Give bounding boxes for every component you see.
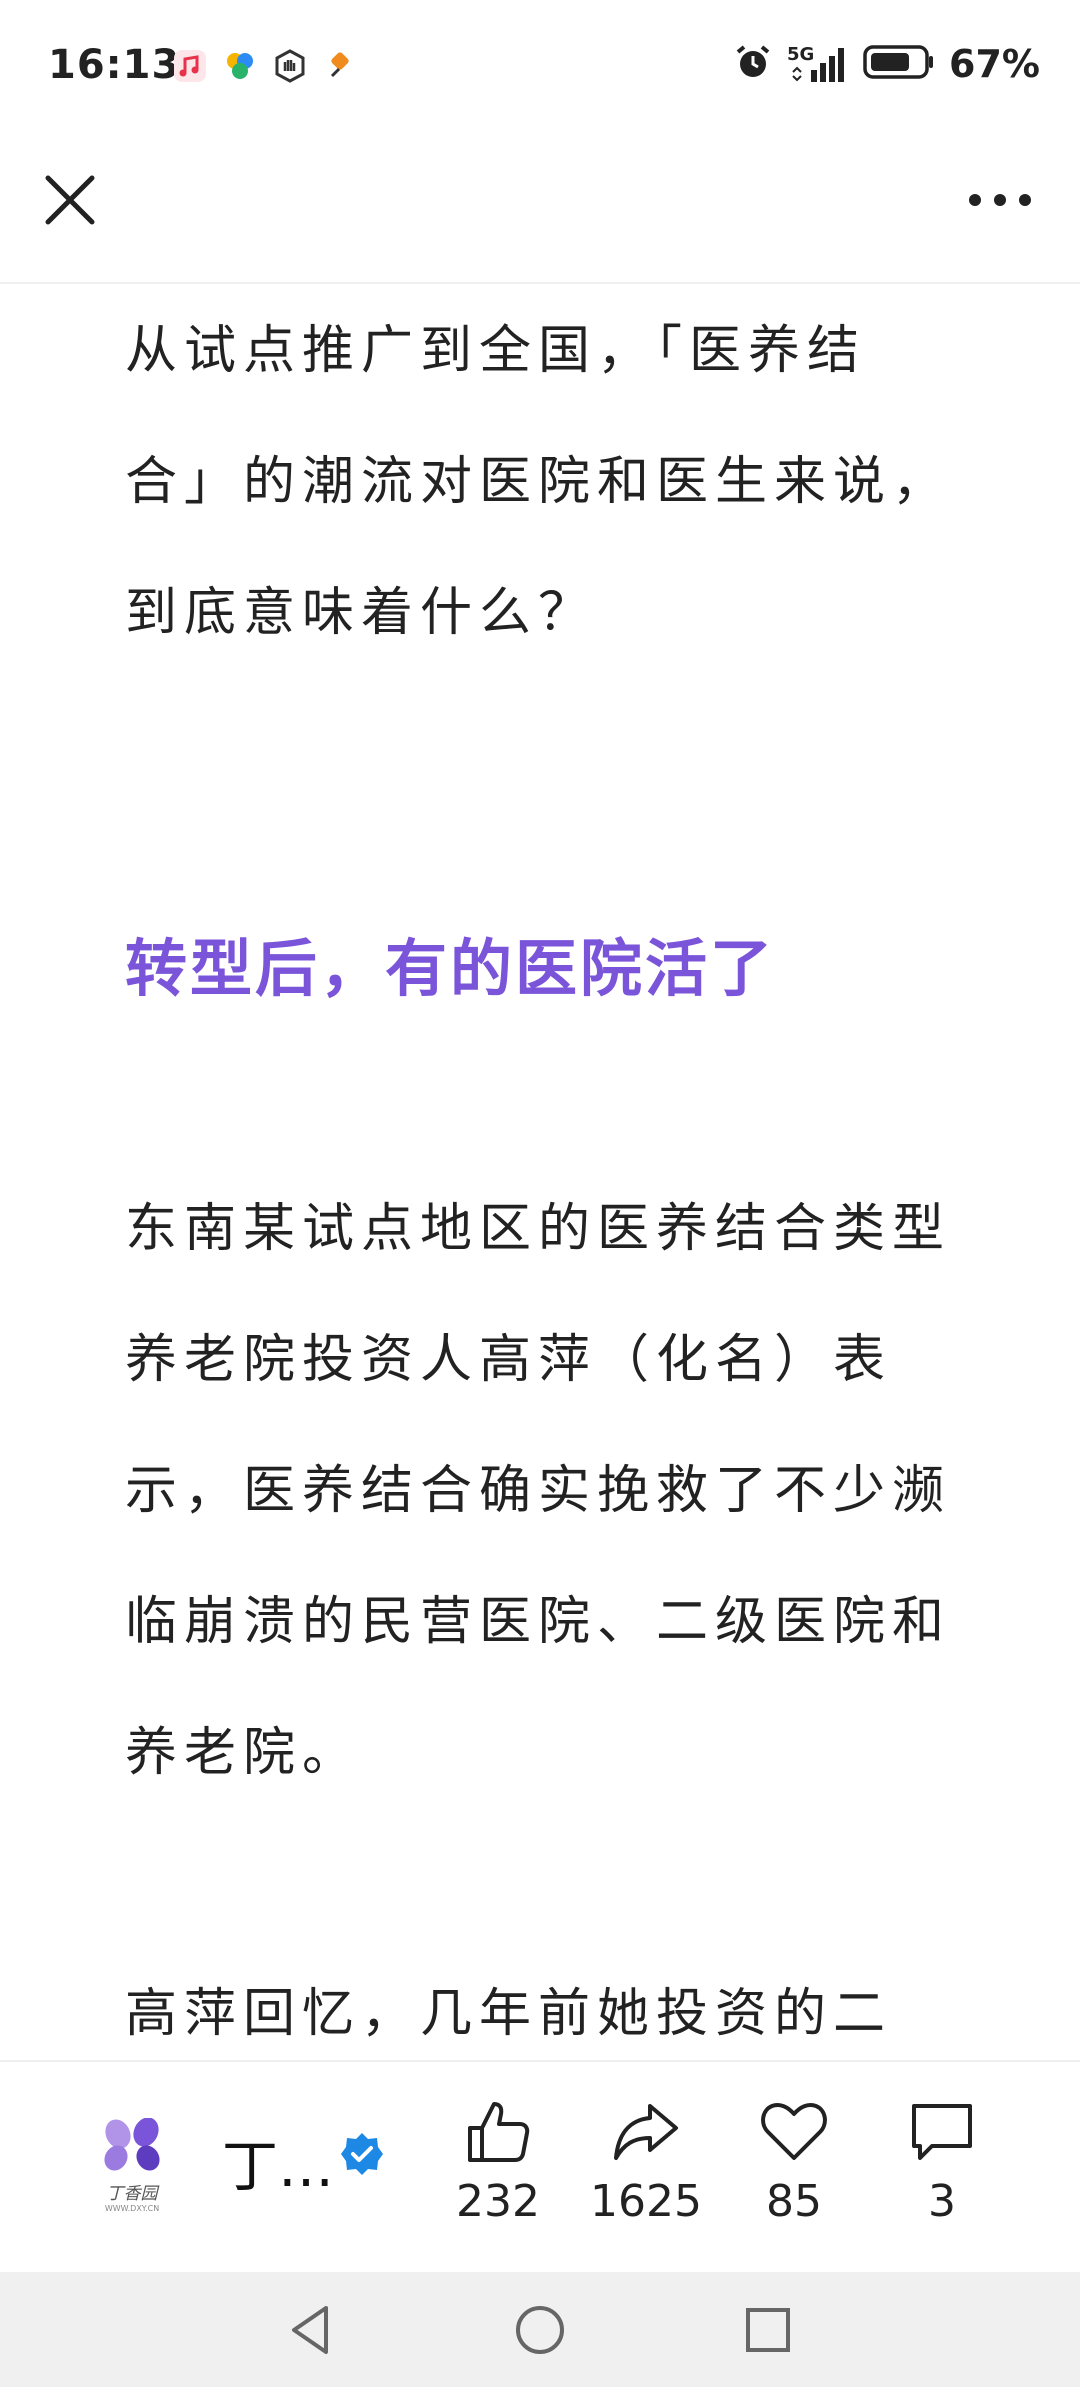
logo-text: 丁香园 — [106, 2184, 158, 2204]
logo-subtext: WWW.DXY.CN — [104, 2204, 160, 2213]
paragraph-intro: 从试点推广到全国，「医养结合」的潮流对医院和医生来说，到底意味着什么？ — [125, 321, 952, 643]
share-count: 1625 — [590, 2176, 702, 2227]
home-circle-icon — [516, 2306, 564, 2354]
battery-percent: 67% — [949, 42, 1040, 86]
share-arrow-icon — [614, 2104, 678, 2160]
status-bar: 16:13 5G 67% — [0, 0, 1080, 140]
status-time: 16:13 — [48, 42, 181, 88]
author-logo[interactable]: 丁香园 WWW.DXY.CN — [96, 2117, 168, 2213]
home-button[interactable] — [510, 2300, 570, 2360]
notification-icons — [172, 48, 358, 84]
like-count: 232 — [456, 2176, 540, 2227]
top-nav — [0, 140, 1080, 284]
back-button[interactable] — [282, 2300, 342, 2360]
favorite-count: 85 — [766, 2176, 822, 2227]
comment-bubble-icon — [912, 2104, 972, 2160]
system-nav-bar — [0, 2272, 1080, 2387]
status-right: 5G 67% — [733, 42, 1040, 86]
lilac-logo-icon — [104, 2117, 160, 2171]
comment-count: 3 — [928, 2176, 956, 2227]
more-button[interactable] — [960, 170, 1040, 230]
favorite-button[interactable]: 85 — [724, 2096, 864, 2227]
heart-icon — [761, 2103, 827, 2160]
recents-button[interactable] — [738, 2300, 798, 2360]
verified-badge — [340, 2132, 384, 2176]
back-triangle-icon — [292, 2306, 328, 2354]
share-button[interactable]: 1625 — [576, 2096, 716, 2227]
paragraph-2: 东南某试点地区的医养结合类型养老院投资人高萍（化名）表示，医养结合确实挽救了不少… — [125, 1199, 952, 1783]
close-button[interactable] — [40, 170, 100, 230]
bottom-action-bar: 丁香园 WWW.DXY.CN 丁… 232 1625 85 3 — [0, 2060, 1080, 2274]
section-heading: 转型后，有的医院活了 — [125, 932, 776, 1005]
thumbs-up-icon — [468, 2102, 530, 2162]
pin-app-icon — [322, 48, 358, 84]
more-dots-icon — [969, 194, 1031, 206]
pinwheel-app-icon — [222, 48, 258, 84]
author-name[interactable]: 丁… — [222, 2122, 334, 2203]
comment-button[interactable]: 3 — [872, 2096, 1012, 2227]
article-body: 从试点推广到全国，「医养结合」的潮流对医院和医生来说，到底意味着什么？ 转型后，… — [125, 282, 955, 2080]
close-icon — [45, 175, 95, 225]
signal-icon: 5G — [787, 44, 849, 84]
hand-app-icon — [272, 48, 308, 84]
recents-square-icon — [746, 2308, 790, 2352]
battery-icon — [863, 43, 935, 85]
verified-icon — [341, 2133, 383, 2175]
alarm-icon — [733, 42, 773, 86]
like-button[interactable]: 232 — [428, 2096, 568, 2227]
music-app-icon — [172, 48, 208, 84]
